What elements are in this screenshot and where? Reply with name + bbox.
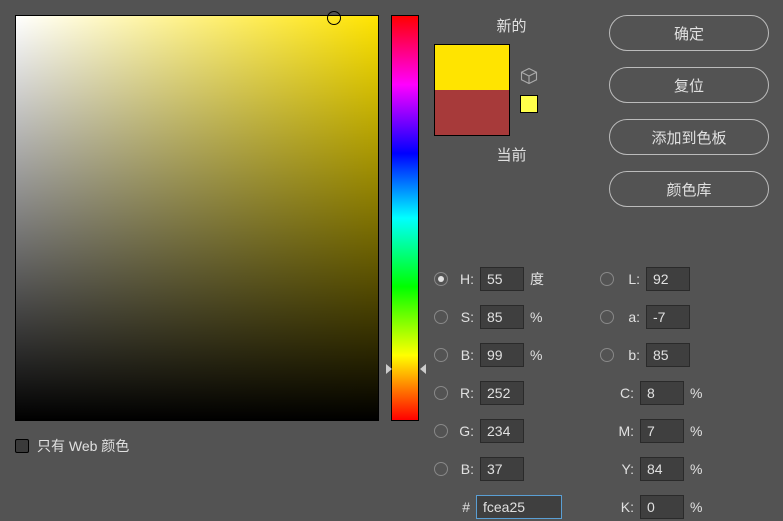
br-radio[interactable] xyxy=(434,348,448,362)
k-input[interactable] xyxy=(640,495,684,519)
g-input[interactable] xyxy=(480,419,524,443)
color-library-button[interactable]: 颜色库 xyxy=(609,171,769,207)
r-label: R: xyxy=(454,385,474,401)
ok-button[interactable]: 确定 xyxy=(609,15,769,51)
g-radio[interactable] xyxy=(434,424,448,438)
current-color-label: 当前 xyxy=(434,144,589,165)
hex-input[interactable] xyxy=(476,495,562,519)
h-radio[interactable] xyxy=(434,272,448,286)
s-radio[interactable] xyxy=(434,310,448,324)
h-input[interactable] xyxy=(480,267,524,291)
y-input[interactable] xyxy=(640,457,684,481)
y-unit: % xyxy=(690,461,710,477)
r-radio[interactable] xyxy=(434,386,448,400)
web-only-label: 只有 Web 颜色 xyxy=(37,436,129,456)
hue-slider[interactable] xyxy=(391,15,419,421)
new-color-label: 新的 xyxy=(434,15,589,36)
a-label: a: xyxy=(620,309,640,325)
lab-b-input[interactable] xyxy=(646,343,690,367)
s-input[interactable] xyxy=(480,305,524,329)
m-unit: % xyxy=(690,423,710,439)
a-radio[interactable] xyxy=(600,310,614,324)
l-radio[interactable] xyxy=(600,272,614,286)
br-input[interactable] xyxy=(480,343,524,367)
c-label: C: xyxy=(600,385,634,401)
c-unit: % xyxy=(690,385,710,401)
s-unit: % xyxy=(530,309,550,325)
rgb-b-label: B: xyxy=(454,461,474,477)
color-field[interactable] xyxy=(15,15,379,421)
c-input[interactable] xyxy=(640,381,684,405)
s-label: S: xyxy=(454,309,474,325)
k-label: K: xyxy=(600,499,634,515)
color-cursor xyxy=(327,11,341,25)
hue-slider-thumb[interactable] xyxy=(386,364,426,374)
rgb-b-radio[interactable] xyxy=(434,462,448,476)
rgb-b-input[interactable] xyxy=(480,457,524,481)
h-label: H: xyxy=(454,271,474,287)
k-unit: % xyxy=(690,499,710,515)
lab-b-radio[interactable] xyxy=(600,348,614,362)
reset-button[interactable]: 复位 xyxy=(609,67,769,103)
current-color-swatch[interactable] xyxy=(434,90,510,136)
y-label: Y: xyxy=(600,461,634,477)
r-input[interactable] xyxy=(480,381,524,405)
web-only-checkbox[interactable] xyxy=(15,439,29,453)
a-input[interactable] xyxy=(646,305,690,329)
l-input[interactable] xyxy=(646,267,690,291)
m-label: M: xyxy=(600,423,634,439)
add-swatch-button[interactable]: 添加到色板 xyxy=(609,119,769,155)
warning-swatch[interactable] xyxy=(520,95,538,113)
br-unit: % xyxy=(530,347,550,363)
h-unit: 度 xyxy=(530,269,550,289)
new-color-swatch xyxy=(434,44,510,90)
m-input[interactable] xyxy=(640,419,684,443)
br-label: B: xyxy=(454,347,474,363)
g-label: G: xyxy=(454,423,474,439)
lab-b-label: b: xyxy=(620,347,640,363)
hex-label: # xyxy=(434,499,470,515)
cube-icon xyxy=(520,67,538,85)
l-label: L: xyxy=(620,271,640,287)
